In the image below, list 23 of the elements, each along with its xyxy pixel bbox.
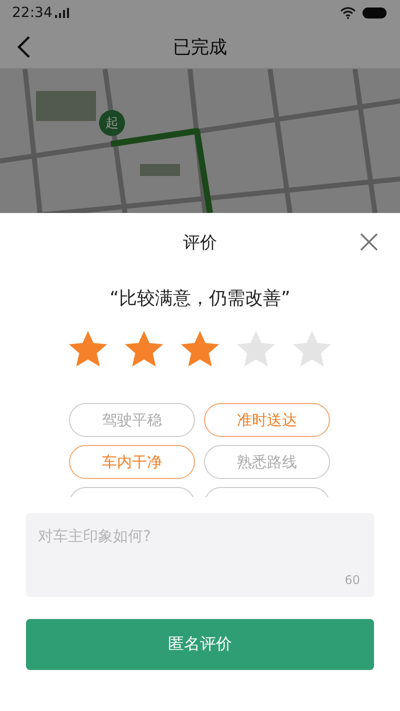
tag-chip[interactable]: 熟悉路线	[204, 445, 330, 479]
back-icon[interactable]	[17, 36, 31, 58]
tag-chip[interactable]: 驾驶平稳	[69, 403, 195, 437]
page-title: 已完成	[173, 36, 227, 58]
rating-verdict: “比较满意，仍需改善”	[110, 287, 290, 310]
status-time: 22:34	[12, 4, 52, 20]
star-icon[interactable]	[124, 330, 164, 368]
star-icon[interactable]	[292, 330, 332, 368]
start-marker: 起	[99, 110, 125, 136]
star-icon[interactable]	[68, 330, 108, 368]
sheet-title: 评价	[183, 232, 217, 254]
star-icon[interactable]	[180, 330, 220, 368]
star-icon[interactable]	[236, 330, 276, 368]
battery-icon	[362, 6, 388, 18]
tag-chip[interactable]: 车内干净	[69, 445, 195, 479]
tag-chip[interactable]: 准时送达	[204, 403, 330, 437]
char-counter: 60	[344, 573, 360, 587]
close-icon[interactable]	[360, 233, 378, 251]
signal-icon	[55, 8, 70, 18]
submit-button[interactable]: 匿名评价	[26, 619, 374, 670]
comment-placeholder: 对车主印象如何?	[38, 527, 151, 546]
comment-field[interactable]: 对车主印象如何? 60	[26, 513, 374, 597]
wifi-icon	[340, 6, 356, 18]
